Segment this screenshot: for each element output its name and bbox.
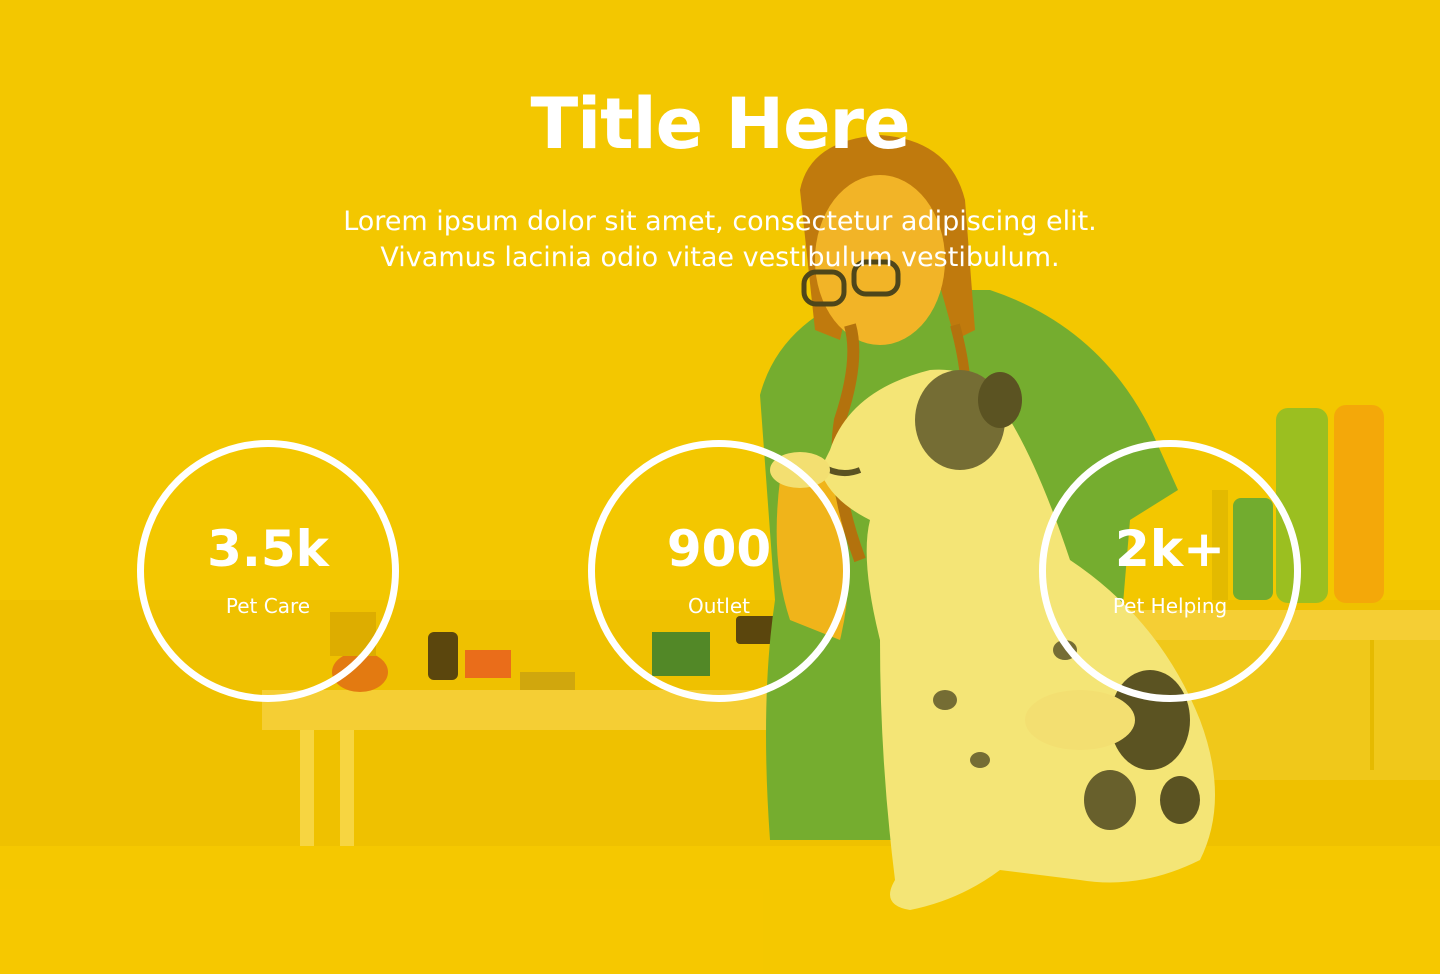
stat-value: 2k+ [1115, 520, 1225, 578]
hero-description-line-1: Lorem ipsum dolor sit amet, consectetur … [343, 206, 1097, 237]
hero-description: Lorem ipsum dolor sit amet, consectetur … [270, 204, 1170, 276]
stat-value: 3.5k [207, 520, 329, 578]
stat-circle-pet-care: 3.5k Pet Care [137, 440, 399, 702]
stat-label: Pet Care [225, 594, 311, 618]
stat-circle-outlet: 900 Outlet [588, 440, 850, 702]
page-title: Title Here [530, 83, 910, 165]
stat-label: Outlet [688, 594, 750, 618]
hero-description-line-2: Vivamus lacinia odio vitae vestibulum ve… [380, 242, 1060, 273]
stat-value: 900 [666, 520, 772, 578]
stat-circle-pet-helping: 2k+ Pet Helping [1039, 440, 1301, 702]
stat-label: Pet Helping [1112, 594, 1228, 618]
hero-section: Title Here Lorem ipsum dolor sit amet, c… [0, 0, 1440, 974]
